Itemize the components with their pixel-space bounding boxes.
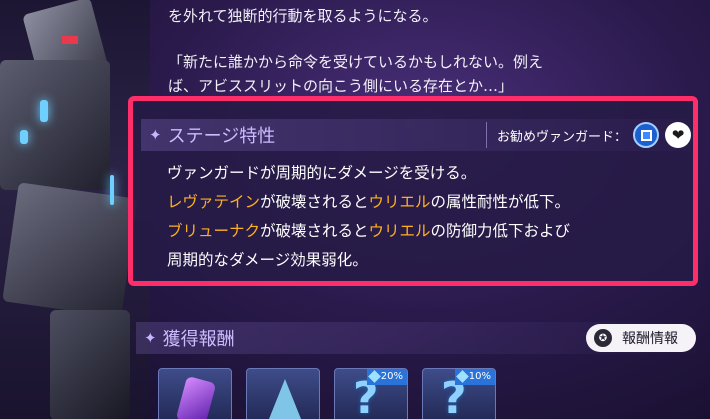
desc-text: の属性耐性が低下。 <box>430 193 571 211</box>
unit-name-highlight: ブリューナク <box>167 222 261 240</box>
stage-traits-description: ヴァンガードが周期的にダメージを受ける。 レヴァテインが破壊されるとウリエルの属… <box>167 159 687 275</box>
reward-items-list: ? 20% ? 10% <box>158 368 496 419</box>
desc-text: の防御力低下および <box>430 222 571 240</box>
drop-rate-badge: 10% <box>454 369 495 385</box>
purple-gem-icon <box>175 375 217 419</box>
reward-item[interactable] <box>246 368 320 419</box>
reward-item[interactable]: ? 20% <box>334 368 408 419</box>
unit-name-highlight: レヴァテイン <box>167 193 261 211</box>
stage-traits-title: ステージ特性 <box>167 126 276 147</box>
sparkle-icon: ✦ <box>149 126 162 144</box>
defender-class-icon[interactable] <box>633 122 659 148</box>
desc-text: が破壊されると <box>260 193 369 211</box>
story-text: を外れて独断的行動を取るようになる。 「新たに誰かから命令を受けているかもしれな… <box>168 4 688 98</box>
reward-item[interactable] <box>158 368 232 419</box>
story-line: ば、アビススリットの向こう側にいる存在とか…」 <box>168 77 514 95</box>
stage-traits-header: ✦ ステージ特性 お勧めヴァンガード： ❤ <box>141 119 691 151</box>
desc-line: レヴァテインが破壊されるとウリエルの属性耐性が低下。 <box>167 188 687 217</box>
unit-name-highlight: ウリエル <box>368 222 431 240</box>
reward-info-button[interactable]: ✪ 報酬情報 <box>586 324 696 352</box>
unit-name-highlight: ウリエル <box>368 193 431 211</box>
rewards-header: ✦ 獲得報酬 ✪ 報酬情報 <box>136 322 696 354</box>
desc-line: 周期的なダメージ効果弱化。 <box>167 251 368 269</box>
story-line: 「新たに誰かから命令を受けているかもしれない。例え <box>168 53 544 71</box>
blue-crystal-icon <box>269 379 301 419</box>
desc-line: ヴァンガードが周期的にダメージを受ける。 <box>167 164 477 182</box>
ribbon-icon: ✪ <box>594 329 612 347</box>
rewards-title: 獲得報酬 <box>162 329 235 350</box>
desc-text: が破壊されると <box>260 222 369 240</box>
sparkle-icon: ✦ <box>144 329 157 347</box>
reward-info-label: 報酬情報 <box>622 331 678 347</box>
support-heart-icon[interactable]: ❤ <box>665 122 691 148</box>
recommended-vanguard-label: お勧めヴァンガード： <box>496 129 627 145</box>
story-line: を外れて独断的行動を取るようになる。 <box>168 7 438 25</box>
reward-item[interactable]: ? 10% <box>422 368 496 419</box>
recommended-vanguard: お勧めヴァンガード： ❤ <box>485 122 691 148</box>
drop-rate-badge: 20% <box>366 369 407 385</box>
desc-line: ブリューナクが破壊されるとウリエルの防御力低下および <box>167 217 687 246</box>
stage-traits-panel: ✦ ステージ特性 お勧めヴァンガード： ❤ ヴァンガードが周期的にダメージを受け… <box>128 96 698 286</box>
